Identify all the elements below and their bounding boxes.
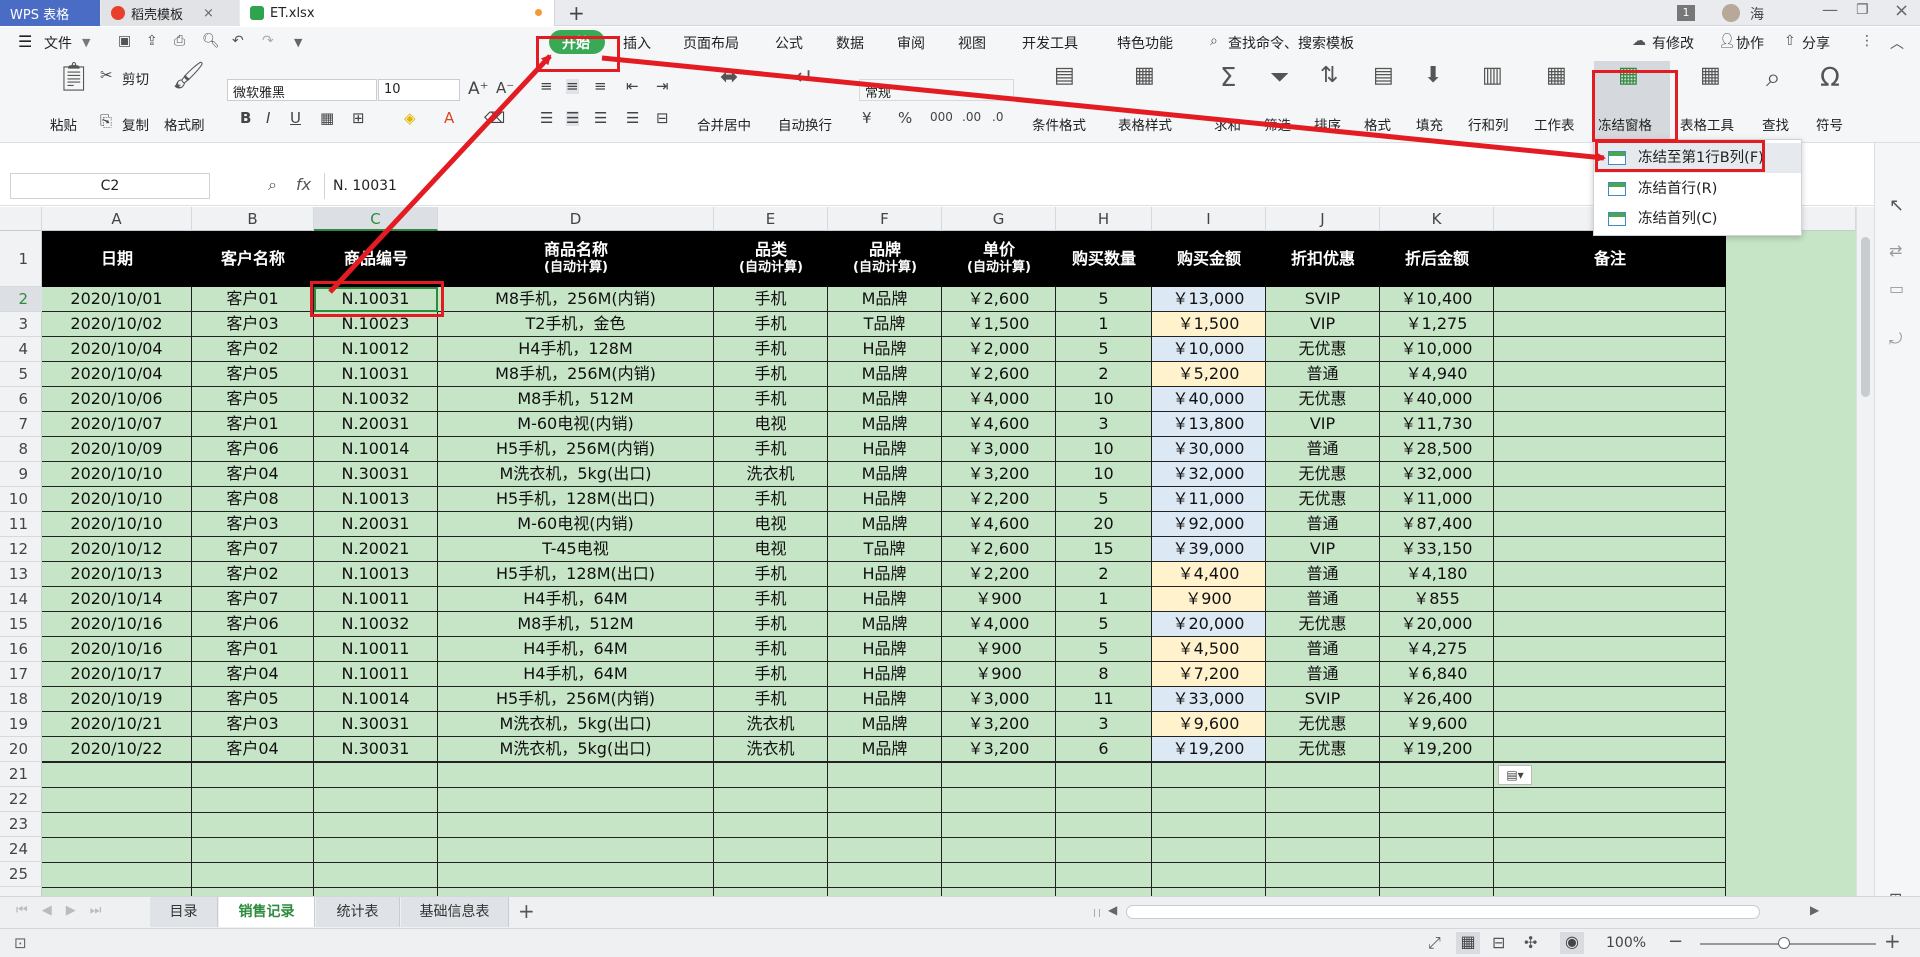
- arrow-home-to-freeze: [601, 55, 1606, 163]
- arrow-cell-to-home: [328, 54, 552, 294]
- annotation-arrows: [328, 54, 1606, 294]
